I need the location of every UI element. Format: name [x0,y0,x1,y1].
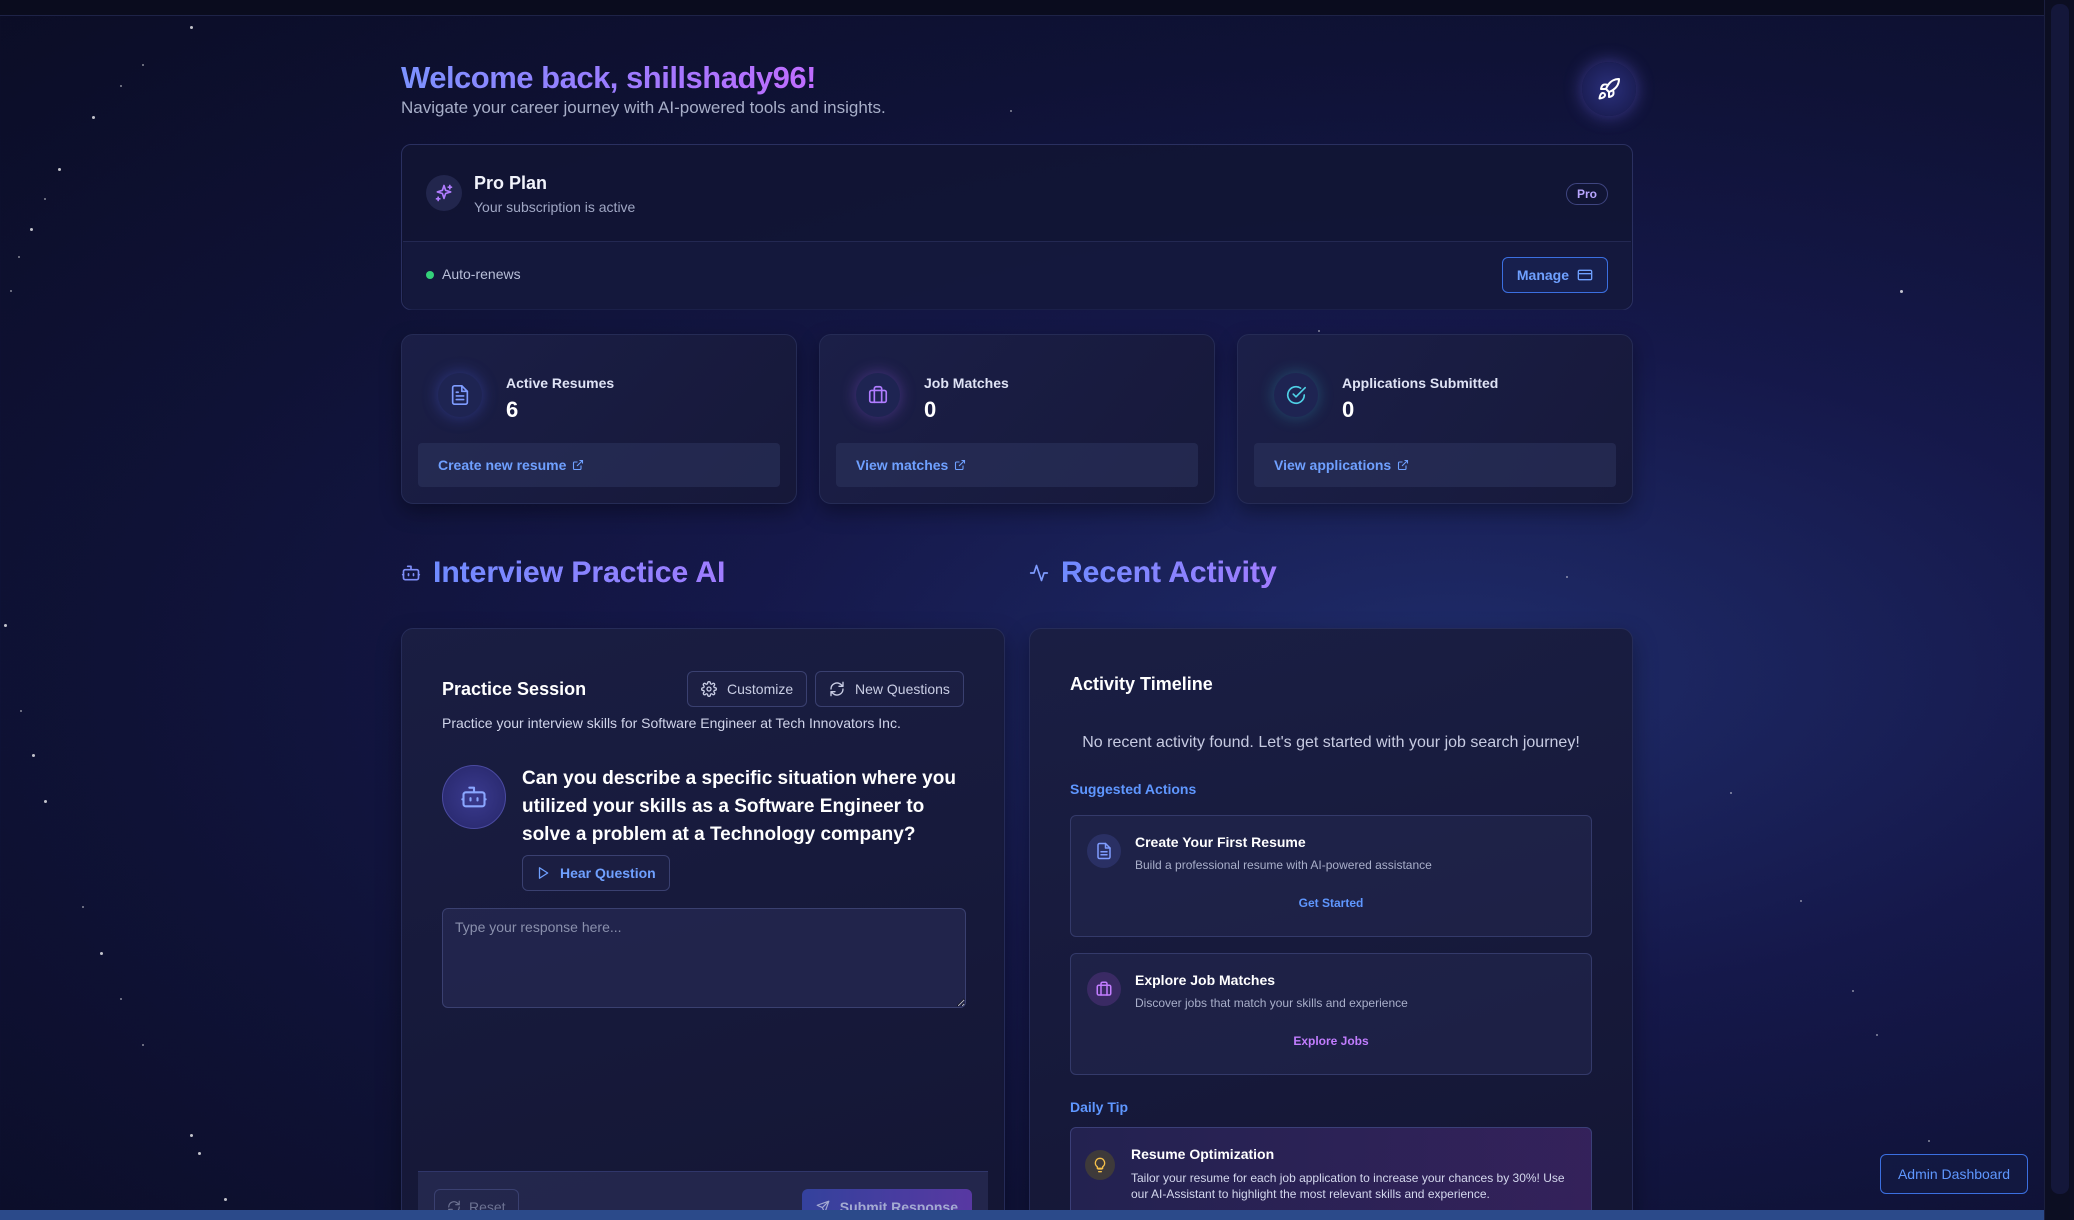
practice-session-panel: Practice Session Customize New Questions… [401,628,1005,1220]
briefcase-icon [1087,972,1121,1006]
external-link-icon [955,459,966,471]
subscription-card: Pro Plan Your subscription is active Pro… [401,144,1633,310]
lightbulb-icon [1085,1150,1115,1180]
suggestion-description: Build a professional resume with AI-powe… [1135,858,1432,872]
bot-icon [401,565,421,581]
stat-card-job-matches: Job Matches 0 View matches [819,334,1215,504]
get-started-link[interactable]: Get Started [1071,896,1591,910]
plan-status: Your subscription is active [474,199,636,215]
daily-tip-heading: Daily Tip [1070,1099,1129,1115]
stat-value: 0 [924,397,937,422]
external-link-icon [1398,459,1409,471]
bot-avatar [442,765,506,829]
response-input[interactable] [442,908,966,1008]
activity-section-title: Recent Activity [1029,556,1277,590]
explore-jobs-link[interactable]: Explore Jobs [1071,1034,1591,1048]
interview-section-title: Interview Practice AI [401,556,725,590]
hear-question-label: Hear Question [560,865,656,881]
stat-label: Job Matches [924,375,1009,391]
customize-label: Customize [727,681,794,697]
rocket-button[interactable] [1582,62,1636,116]
credit-card-icon [1577,269,1593,281]
interview-question: Can you describe a specific situation wh… [522,768,956,845]
welcome-subtitle: Navigate your career journey with AI-pow… [401,98,886,117]
activity-icon [1029,564,1049,582]
view-matches-link[interactable]: View matches [836,443,1198,487]
sparkles-icon [426,175,462,211]
daily-tip-card: Resume Optimization Tailor your resume f… [1070,1127,1592,1220]
practice-description: Practice your interview skills for Softw… [442,715,901,731]
plan-badge: Pro [1565,183,1608,205]
hear-question-button[interactable]: Hear Question [522,855,670,891]
welcome-heading: Welcome back, shillshady96! [401,60,816,95]
document-icon [1087,834,1121,868]
suggested-actions-heading: Suggested Actions [1070,781,1197,797]
auto-renew-label: Auto-renews [442,266,521,282]
admin-dashboard-button[interactable]: Admin Dashboard [1880,1154,2028,1194]
rocket-icon [1598,77,1620,100]
suggestion-card-resume: Create Your First Resume Build a profess… [1070,815,1592,937]
new-questions-button[interactable]: New Questions [815,671,964,707]
stat-link-label: View applications [1274,457,1392,473]
stat-label: Applications Submitted [1342,375,1499,391]
stat-link-label: Create new resume [438,457,567,473]
external-link-icon [573,459,584,471]
manage-label: Manage [1516,267,1569,283]
briefcase-icon [856,373,900,417]
stat-value: 0 [1342,397,1355,422]
bottom-bar [0,1210,2044,1220]
stat-card-resumes: Active Resumes 6 Create new resume [401,334,797,504]
tip-text: Tailor your resume for each job applicat… [1131,1171,1565,1201]
stat-value: 6 [506,397,519,422]
bot-icon [461,786,487,808]
view-applications-link[interactable]: View applications [1254,443,1616,487]
practice-title: Practice Session [442,679,587,699]
document-icon [438,373,482,417]
stat-label: Active Resumes [506,375,615,391]
page-scrollbar[interactable] [2044,0,2074,1220]
manage-button[interactable]: Manage [1501,257,1608,293]
customize-button[interactable]: Customize [687,671,808,707]
stat-card-applications: Applications Submitted 0 View applicatio… [1237,334,1633,504]
activity-timeline-panel: Activity Timeline No recent activity fou… [1029,628,1633,1220]
suggestion-card-jobs: Explore Job Matches Discover jobs that m… [1070,953,1592,1075]
empty-activity-message: No recent activity found. Let's get star… [1082,734,1580,751]
gear-icon [701,681,717,697]
plan-footer [403,241,1631,310]
check-circle-icon [1274,373,1318,417]
new-questions-label: New Questions [855,681,950,697]
interview-section-label: Interview Practice AI [433,556,726,589]
refresh-icon [830,681,844,697]
stat-link-label: View matches [856,457,949,473]
suggestion-title: Create Your First Resume [1135,834,1306,850]
play-icon [538,867,549,879]
tip-title: Resume Optimization [1131,1146,1275,1162]
create-resume-link[interactable]: Create new resume [418,443,780,487]
suggestion-title: Explore Job Matches [1135,972,1276,988]
scrollbar-thumb[interactable] [2051,4,2069,1194]
status-dot [426,271,434,279]
activity-section-label: Recent Activity [1061,556,1277,589]
plan-name: Pro Plan [474,173,548,193]
activity-title: Activity Timeline [1070,674,1213,694]
suggestion-description: Discover jobs that match your skills and… [1135,996,1408,1010]
browser-top-bar [0,0,2044,16]
